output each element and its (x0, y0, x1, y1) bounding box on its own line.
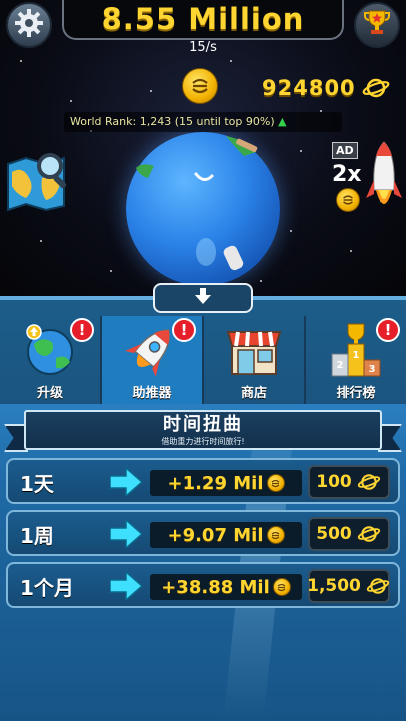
coin-icon (272, 578, 291, 596)
collapse-panel-button[interactable] (153, 283, 253, 313)
money-display: 8.55 Million (62, 0, 344, 40)
time-warp-duration: 1周 (20, 524, 54, 548)
alert-icon: ! (172, 318, 196, 342)
income-rate: 15/s (189, 40, 217, 55)
tab-label: 商店 (240, 386, 267, 401)
ad-badge: AD (332, 142, 358, 159)
buy-time-warp-button[interactable]: 100 (308, 465, 390, 499)
tab-boosters[interactable]: 助推器 ! (102, 316, 204, 404)
alert-icon: ! (70, 318, 94, 342)
tab-label: 排行榜 (336, 386, 376, 401)
world-rank-text: World Rank: 1,243 (15 until top 90%) (70, 115, 275, 128)
planet-currency-icon (356, 524, 382, 544)
buy-time-warp-button[interactable]: 500 (308, 517, 390, 551)
trophy-icon (362, 8, 392, 42)
money-value: 8.55 Million (101, 2, 305, 36)
svg-text:2: 2 (337, 360, 344, 371)
store-icon (224, 322, 284, 378)
alert-icon: ! (376, 318, 400, 342)
time-warp-row: 1天 +1.29 Mil 100 (6, 458, 400, 504)
coin-icon (336, 188, 360, 212)
tab-upgrades[interactable]: 升级 ! (0, 316, 102, 404)
buy-time-warp-button[interactable]: 1,500 (307, 569, 391, 603)
tab-label: 升级 (36, 386, 63, 401)
rank-up-arrow-icon: ▲ (278, 115, 287, 128)
time-warp-row: 1周 +9.07 Mil 500 (6, 510, 400, 556)
planet-currency-icon (362, 76, 390, 100)
ad-boost-button[interactable]: AD 2x (330, 140, 402, 220)
map-button[interactable] (6, 148, 72, 214)
time-warp-reward: +1.29 Mil (150, 470, 302, 496)
time-warp-reward-value: +38.88 Mil (161, 576, 270, 598)
coin-icon (266, 474, 285, 492)
world-rank[interactable]: World Rank: 1,243 (15 until top 90%) ▲ (64, 112, 342, 132)
arrow-right-icon (109, 518, 144, 550)
rocket-icon (366, 140, 402, 224)
planet-currency-icon (365, 576, 391, 596)
tab-leaderboard[interactable]: 1 2 3 排行榜 ! (306, 316, 406, 404)
map-search-icon (6, 153, 72, 218)
time-warp-reward-value: +1.29 Mil (167, 472, 264, 494)
time-warp-cost: 100 (316, 472, 352, 492)
gem-balance: 924800 (262, 76, 356, 100)
arrow-down-icon (194, 287, 212, 309)
coin-icon (266, 526, 285, 544)
arrow-right-icon (109, 570, 144, 602)
section-title: 时间扭曲 (163, 414, 243, 435)
tab-store[interactable]: 商店 ! (204, 316, 306, 404)
time-warp-cost: 1,500 (307, 576, 361, 596)
section-subtitle: 借助重力进行时间旅行! (161, 437, 245, 446)
planet-currency-icon (356, 472, 382, 492)
coin-icon (182, 68, 218, 104)
arrow-right-icon (109, 466, 144, 498)
time-warp-duration: 1天 (20, 472, 54, 496)
svg-text:3: 3 (369, 364, 376, 375)
time-warp-reward: +38.88 Mil (150, 574, 302, 600)
ad-multiplier: 2x (332, 162, 362, 187)
tab-label: 助推器 (132, 386, 172, 401)
time-warp-duration: 1个月 (20, 576, 74, 600)
time-warp-reward-value: +9.07 Mil (167, 524, 264, 546)
tab-bar: 升级 ! 助推器 ! 商店 1 2 3 排行榜 ! (0, 316, 406, 404)
gear-icon (13, 7, 45, 43)
time-warp-row: 1个月 +38.88 Mil 1,500 (6, 562, 400, 608)
svg-text:1: 1 (353, 350, 360, 361)
section-banner: 时间扭曲 借助重力进行时间旅行! (24, 410, 382, 450)
time-warp-cost: 500 (316, 524, 352, 544)
time-warp-reward: +9.07 Mil (150, 522, 302, 548)
planet[interactable] (126, 132, 280, 286)
